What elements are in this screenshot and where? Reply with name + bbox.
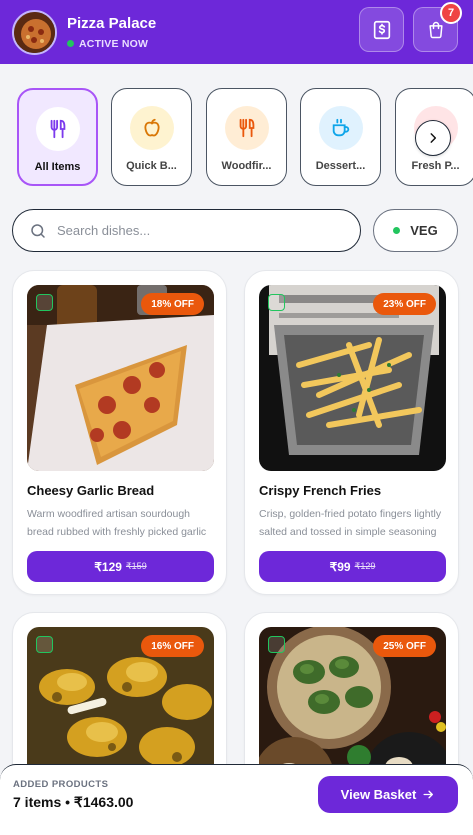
product-description: Warm woodfired artisan sourdough bread r… xyxy=(27,508,207,538)
discount-badge: 25% OFF xyxy=(373,635,436,657)
search-icon xyxy=(31,223,45,238)
product-name: Crispy French Fries xyxy=(259,483,382,498)
added-products-label: ADDED PRODUCTS xyxy=(13,779,109,790)
discount-badge: 16% OFF xyxy=(141,635,204,657)
search-input[interactable] xyxy=(57,223,337,238)
cart-button[interactable]: 7 xyxy=(413,2,462,52)
view-basket-label: View Basket xyxy=(340,787,417,802)
category-woodfired[interactable]: Woodfir... xyxy=(206,88,287,186)
discount-badge: 18% OFF xyxy=(141,293,204,315)
veg-filter-label: VEG xyxy=(410,223,438,238)
basket-summary-bar: ADDED PRODUCTS 7 items • ₹1463.00 View B… xyxy=(0,764,473,835)
veg-dot-icon xyxy=(393,227,401,234)
bill-button[interactable] xyxy=(359,7,404,52)
category-desserts[interactable]: Dessert... xyxy=(300,88,381,186)
product-mrp: ₹129 xyxy=(354,561,376,571)
discount-badge: 23% OFF xyxy=(373,293,436,315)
product-price: ₹129 xyxy=(94,559,122,574)
product-image: 18% OFF xyxy=(27,285,214,471)
app-header: Pizza Palace ACTIVE NOW 7 xyxy=(0,0,473,64)
restaurant-name: Pizza Palace xyxy=(67,14,157,32)
fork-knife-icon xyxy=(224,106,269,150)
veg-indicator-icon xyxy=(36,294,53,311)
category-label: Woodfir... xyxy=(221,160,272,172)
arrow-right-icon xyxy=(423,790,434,799)
add-to-cart-button[interactable]: ₹129 ₹159 xyxy=(27,551,214,582)
search-bar xyxy=(12,209,361,252)
restaurant-avatar xyxy=(12,9,57,55)
coffee-cup-icon xyxy=(318,106,363,150)
shopping-bag-icon xyxy=(428,21,443,38)
product-card[interactable]: 23% OFF Crispy French Fries Crisp, golde… xyxy=(244,270,459,595)
category-scroll-right-button[interactable] xyxy=(415,120,451,156)
receipt-icon xyxy=(373,20,390,39)
product-name: Cheesy Garlic Bread xyxy=(27,483,155,498)
chevron-right-icon xyxy=(430,133,437,143)
category-label: Dessert... xyxy=(315,160,366,172)
active-dot-icon xyxy=(67,40,74,47)
category-all-items[interactable]: All Items xyxy=(17,88,98,186)
status-indicator: ACTIVE NOW xyxy=(67,38,156,50)
add-to-cart-button[interactable]: ₹99 ₹129 xyxy=(259,551,446,582)
basket-summary-text: 7 items • ₹1463.00 xyxy=(13,794,134,810)
product-price: ₹99 xyxy=(329,559,351,574)
veg-indicator-icon xyxy=(268,294,285,311)
product-card[interactable]: 18% OFF Cheesy Garlic Bread Warm woodfir… xyxy=(12,270,227,595)
status-text: ACTIVE NOW xyxy=(79,37,149,50)
category-label: Quick B... xyxy=(126,160,177,172)
veg-indicator-icon xyxy=(268,636,285,653)
veg-indicator-icon xyxy=(36,636,53,653)
product-mrp: ₹159 xyxy=(125,561,147,571)
view-basket-button[interactable]: View Basket xyxy=(318,776,458,813)
category-list: All Items Quick B... Woodfir... Dessert.… xyxy=(17,88,473,188)
cart-count-badge: 7 xyxy=(440,2,462,24)
veg-filter-button[interactable]: VEG xyxy=(373,209,458,252)
category-label: Fresh P... xyxy=(411,160,460,172)
product-image: 23% OFF xyxy=(259,285,446,471)
category-label: All Items xyxy=(34,161,81,173)
apple-icon xyxy=(129,106,174,150)
fork-knife-icon xyxy=(35,107,80,151)
product-description: Crisp, golden-fried potato fingers light… xyxy=(259,508,442,538)
category-quick-bites[interactable]: Quick B... xyxy=(111,88,192,186)
